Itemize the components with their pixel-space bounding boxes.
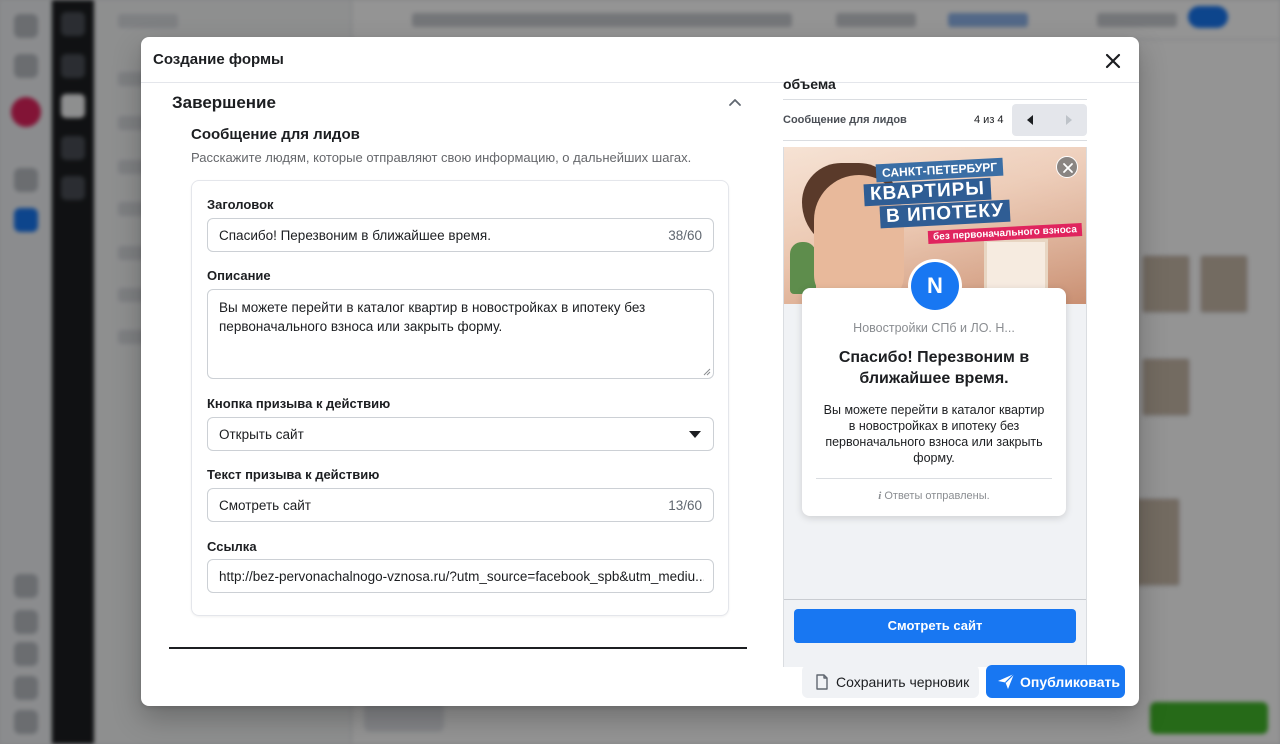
link-value: http://bez-pervonachalnogo-vznosa.ru/?ut…: [219, 569, 704, 584]
paper-plane-icon: [998, 673, 1015, 689]
divider: [816, 478, 1052, 479]
cta-button-select[interactable]: Открыть сайт: [207, 417, 714, 451]
preview-description: Вы можете перейти в каталог квартир в но…: [823, 403, 1045, 465]
divider: [783, 99, 1087, 100]
thank-you-card: Новостройки СПб и ЛО. Н... Спасибо! Пере…: [802, 288, 1066, 516]
headline-input[interactable]: Спасибо! Перезвоним в ближайшее время. 3…: [207, 218, 714, 252]
modal-title: Создание формы: [153, 51, 284, 68]
preview-pager: [1012, 104, 1087, 136]
preview-cta-button[interactable]: Смотреть сайт: [794, 609, 1076, 643]
next-page-button[interactable]: [1050, 104, 1087, 136]
save-draft-label: Сохранить черновик: [836, 674, 970, 690]
banner-frame: [984, 239, 1048, 293]
document-icon: [816, 674, 828, 690]
publish-button[interactable]: Опубликовать: [986, 665, 1125, 698]
headline-counter: 38/60: [668, 228, 702, 243]
message-card: Заголовок Спасибо! Перезвоним в ближайше…: [191, 180, 729, 616]
headline-value: Спасибо! Перезвоним в ближайшее время.: [219, 228, 491, 243]
info-icon: i: [878, 490, 882, 502]
close-button[interactable]: [1101, 49, 1125, 73]
cta-button-label: Кнопка призыва к действию: [207, 396, 391, 411]
section-title: Завершение: [172, 93, 276, 112]
preview-title-fragment: объема: [783, 76, 836, 92]
scroll-divider: [169, 647, 747, 649]
cta-text-input[interactable]: Смотреть сайт 13/60: [207, 488, 714, 522]
description-textarea[interactable]: Вы можете перейти в каталог квартир в но…: [207, 289, 714, 379]
link-label: Ссылка: [207, 539, 257, 554]
form-editor: Завершение Сообщение для лидов Расскажит…: [169, 84, 749, 649]
submitted-note: i Ответы отправлены.: [802, 490, 1066, 502]
message-title: Сообщение для лидов: [191, 126, 360, 143]
avatar-letter: N: [911, 262, 959, 310]
preview-pane: объема Сообщение для лидов 4 из 4 САНКТ-…: [783, 75, 1087, 667]
cta-button-value: Открыть сайт: [219, 427, 304, 442]
close-icon: [1063, 163, 1073, 173]
preview-close-button[interactable]: [1056, 156, 1078, 178]
page-avatar: N: [908, 259, 962, 313]
preview-counter: 4 из 4: [974, 114, 1004, 126]
triangle-right-icon: [1066, 115, 1072, 125]
divider: [784, 599, 1086, 600]
cta-text-counter: 13/60: [668, 498, 702, 513]
description-label: Описание: [207, 268, 271, 283]
close-icon: [1105, 53, 1121, 69]
phone-preview: САНКТ-ПЕТЕРБУРГ КВАРТИРЫ В ИПОТЕКУ без п…: [783, 147, 1087, 667]
caret-down-icon: [689, 431, 701, 438]
resize-grip-icon[interactable]: [703, 368, 711, 376]
publish-label: Опубликовать: [1020, 674, 1120, 690]
cta-text-label: Текст призыва к действию: [207, 467, 380, 482]
link-input[interactable]: http://bez-pervonachalnogo-vznosa.ru/?ut…: [207, 559, 714, 593]
cta-text-value: Смотреть сайт: [219, 498, 311, 513]
submitted-note-text: Ответы отправлены.: [884, 490, 990, 502]
create-form-modal: Создание формы Завершение Сообщение для …: [141, 37, 1139, 706]
divider: [783, 140, 1087, 141]
headline-label: Заголовок: [207, 197, 274, 212]
banner-plant: [790, 242, 816, 294]
preview-label: Сообщение для лидов: [783, 114, 907, 126]
previous-page-button[interactable]: [1012, 104, 1049, 136]
message-description: Расскажите людям, которые отправляют сво…: [191, 150, 692, 165]
preview-headline: Спасибо! Перезвоним в ближайшее время.: [838, 349, 1030, 387]
save-draft-button[interactable]: Сохранить черновик: [802, 665, 979, 698]
triangle-left-icon: [1027, 115, 1033, 125]
page-name: Новостройки СПб и ЛО. Н...: [853, 321, 1015, 335]
description-value: Вы можете перейти в каталог квартир в но…: [219, 300, 646, 334]
chevron-up-icon[interactable]: [727, 95, 743, 111]
